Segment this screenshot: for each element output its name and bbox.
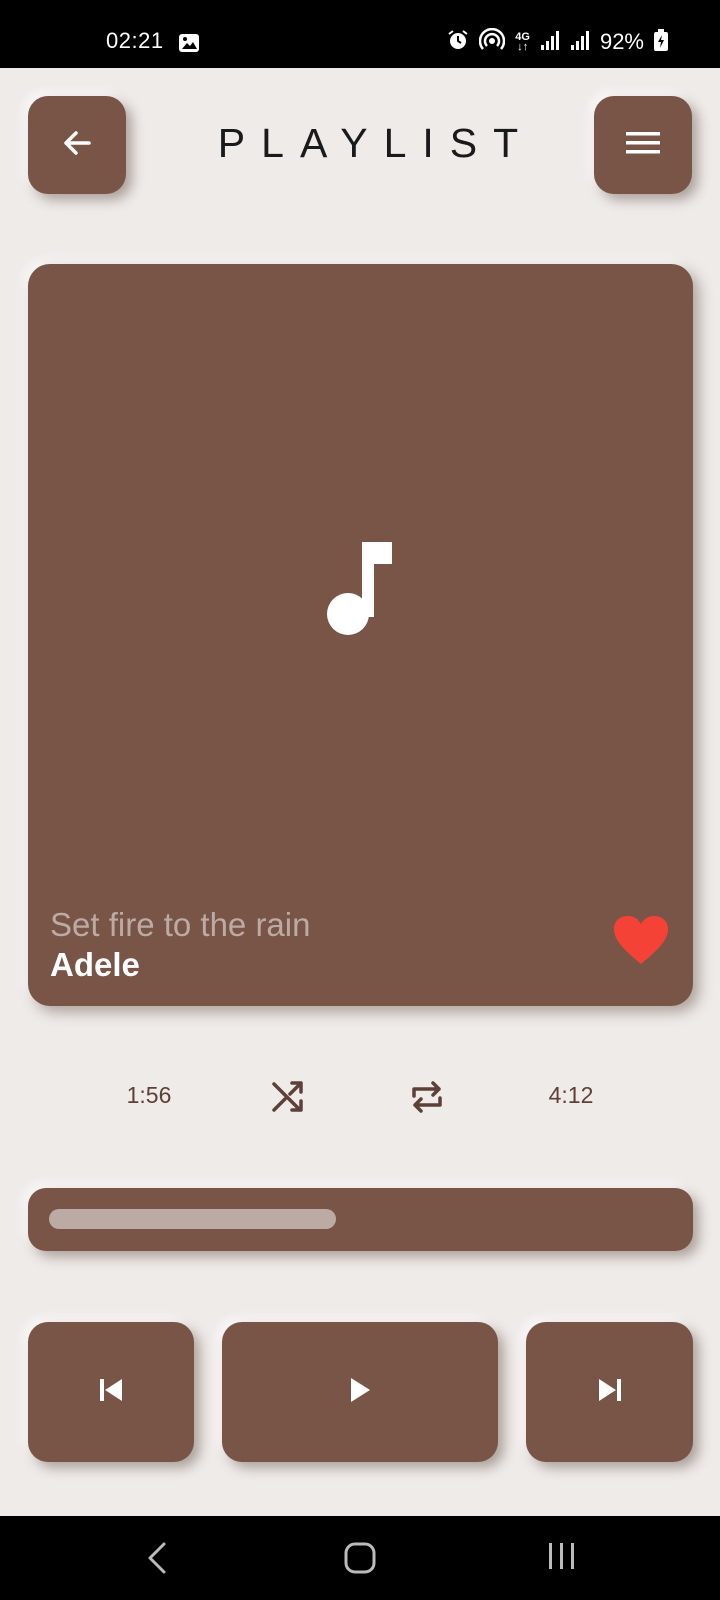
shuffle-icon[interactable] xyxy=(270,1078,306,1119)
arrow-left-icon xyxy=(61,127,93,164)
alarm-icon xyxy=(447,29,469,56)
progress-rail xyxy=(49,1209,672,1229)
heart-icon[interactable] xyxy=(612,914,670,971)
total-time: 4:12 xyxy=(548,1082,594,1108)
nav-recents-icon[interactable] xyxy=(546,1540,578,1577)
hamburger-menu-icon xyxy=(626,130,660,161)
current-time: 1:56 xyxy=(126,1082,172,1108)
back-button[interactable] xyxy=(28,96,126,194)
playback-options-row: 1:56 4:12 xyxy=(0,1068,720,1128)
previous-button[interactable] xyxy=(28,1322,194,1462)
music-note-icon xyxy=(326,542,392,647)
page-title: PLAYLIST xyxy=(217,120,535,166)
status-icons: 4G ↓↑ 92% xyxy=(447,27,668,57)
network-type-label: 4G ↓↑ xyxy=(515,31,530,53)
battery-charging-icon xyxy=(654,28,668,56)
repeat-icon[interactable] xyxy=(408,1078,446,1121)
progress-fill[interactable] xyxy=(49,1209,336,1229)
play-button[interactable] xyxy=(222,1322,498,1462)
signal-icon xyxy=(540,29,560,56)
battery-percentage: 92% xyxy=(599,29,644,54)
nav-back-icon[interactable] xyxy=(144,1540,170,1581)
hotspot-icon xyxy=(479,27,506,57)
signal-icon xyxy=(570,29,590,56)
gallery-icon xyxy=(178,33,200,58)
skip-previous-icon xyxy=(98,1377,124,1408)
play-icon xyxy=(348,1376,372,1409)
nav-home-icon[interactable] xyxy=(342,1540,378,1581)
progress-bar[interactable] xyxy=(28,1188,693,1251)
status-time: 02:21 xyxy=(106,28,164,53)
now-playing-card: Set fire to the rain Adele xyxy=(28,264,693,1006)
next-button[interactable] xyxy=(526,1322,693,1462)
status-bar: 02:21 4G ↓↑ 92% xyxy=(0,0,720,68)
menu-button[interactable] xyxy=(594,96,692,194)
song-title: Set fire to the rain xyxy=(50,906,311,943)
skip-next-icon xyxy=(597,1377,623,1408)
system-nav-bar xyxy=(0,1516,720,1600)
artist-name: Adele xyxy=(50,946,140,983)
